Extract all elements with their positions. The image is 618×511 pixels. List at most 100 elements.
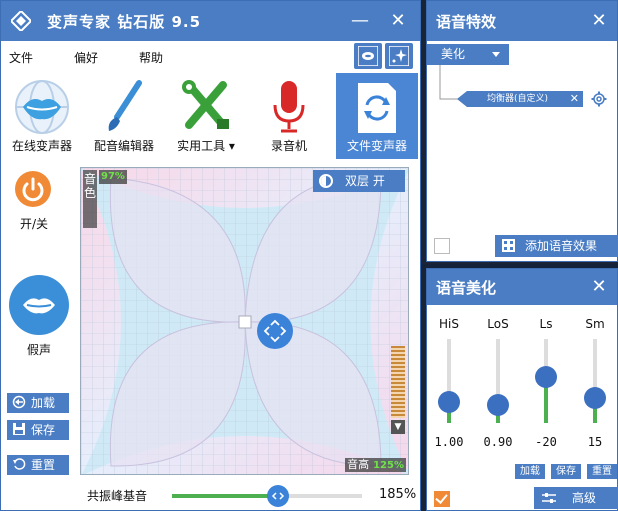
eq-slider-los[interactable]: LoS 0.90 [478,317,518,457]
eq-slider-los-thumb[interactable] [487,393,509,416]
add-effect-label: 添加语音效果 [525,239,598,253]
eq-slider-his-label: HiS [439,317,459,331]
beautify-titlebar[interactable]: 语音美化 ✕ [427,269,617,305]
tool-recorder-label: 录音机 [270,139,307,153]
eq-slider-his-thumb[interactable] [438,391,460,413]
tool-file-changer-label: 文件变声器 [346,139,407,153]
dual-layer-toggle[interactable]: 双层 开 [313,170,405,192]
tool-online-changer-label: 在线变声器 [11,139,72,153]
resonance-row: 共振峰基音 185% [1,483,420,509]
gear-icon[interactable] [591,91,607,107]
resonance-value: 185% [379,487,417,502]
main-titlebar[interactable]: 变声专家 钻石版 9.5 — ✕ [1,1,420,41]
half-circle-icon [319,174,333,188]
tool-file-changer[interactable]: 文件变声器 [336,73,418,159]
beautify-reset-button[interactable]: 重置 [587,464,617,479]
pitch-value: 125% [373,460,404,471]
advanced-label: 高级 [572,491,597,505]
eq-slider-his[interactable]: HiS 1.00 [429,317,469,457]
beautify-save-button[interactable]: 保存 [551,464,581,479]
tool-online-changer[interactable]: 在线变声器 [1,73,83,159]
beautify-close-button[interactable]: ✕ [587,275,611,299]
tool-dub-editor-label: 配音编辑器 [93,139,154,153]
menu-preferences[interactable]: 偏好 [74,49,98,66]
save-button[interactable]: 保存 [7,420,69,440]
tool-utilities-label: 实用工具 ▾ [177,139,235,153]
tool-dub-editor[interactable]: 配音编辑器 [83,73,165,159]
advanced-button[interactable]: 高级 [534,487,618,509]
beautify-load-button[interactable]: 加载 [515,464,545,479]
effects-toggle-button[interactable] [385,43,413,69]
resonance-label: 共振峰基音 [87,489,148,503]
left-right-arrows-icon [272,492,285,500]
reset-button[interactable]: 重置 [7,455,69,475]
voice-pad-handle[interactable] [257,313,293,349]
main-window: 变声专家 钻石版 9.5 — ✕ 文件 偏好 帮助 在线变声器 配音编辑器 实用… [0,0,421,511]
mask-skin-button[interactable] [354,43,382,69]
main-toolbar: 在线变声器 配音编辑器 实用工具 ▾ 录音机 文件变声器 [1,73,420,159]
resonance-slider-thumb[interactable] [267,485,290,507]
voice-pad[interactable]: 音色 97% 双层 开 ▼ 音高 125% [80,167,409,475]
app-logo-icon [11,11,31,31]
beautify-enable-checkbox[interactable] [434,491,450,507]
eq-slider-ls-thumb[interactable] [535,365,557,388]
eq-slider-ls[interactable]: Ls -20 [526,317,566,457]
add-effect-button[interactable]: 添加语音效果 [495,235,618,257]
eq-slider-sm-thumb[interactable] [584,386,606,409]
effects-category-value: 美化 [441,47,466,61]
menu-help[interactable]: 帮助 [139,49,163,66]
eq-slider-his-value: 1.00 [434,435,464,449]
save-icon [13,423,25,435]
volume-meter [391,346,405,418]
eq-slider-los-value: 0.90 [483,435,513,449]
falsetto-button[interactable] [9,275,69,335]
menu-file[interactable]: 文件 [9,49,33,66]
effects-enable-checkbox[interactable] [434,238,450,254]
resonance-slider-fill [172,494,279,498]
chevron-down-icon [492,52,500,57]
eq-slider-ls-label: Ls [539,317,553,331]
reset-label: 重置 [31,458,56,472]
eq-slider-sm-track[interactable] [593,339,597,423]
save-label: 保存 [31,423,56,437]
app-title: 变声专家 钻石版 9.5 [47,13,202,31]
close-button[interactable]: ✕ [386,9,410,33]
speaker-icon[interactable]: ▼ [391,420,405,434]
tools-icon [182,80,229,129]
desktop: 变声专家 钻石版 9.5 — ✕ 文件 偏好 帮助 在线变声器 配音编辑器 实用… [0,0,618,511]
reset-icon [13,458,26,470]
beautify-title: 语音美化 [436,279,497,297]
voice-pad-graphic [81,168,408,474]
eq-slider-sm-value: 15 [587,435,603,449]
minimize-button[interactable]: — [348,9,372,33]
power-button[interactable] [15,171,51,207]
eq-slider-los-label: LoS [487,317,509,331]
effects-close-button[interactable]: ✕ [587,9,611,33]
dual-layer-label: 双层 开 [345,174,385,188]
eq-slider-sm[interactable]: Sm 15 [575,317,615,457]
remove-effect-icon[interactable]: ✕ [570,91,579,107]
effects-titlebar[interactable]: 语音特效 ✕ [427,1,617,41]
falsetto-label: 假声 [27,343,52,357]
effect-node-label: 均衡器(自定义) [487,94,549,104]
plus-icon [502,239,515,252]
tool-utilities[interactable]: 实用工具 ▾ [165,73,247,159]
voice-effects-panel: 语音特效 ✕ 美化 均衡器(自定义) ✕ 添加语音效果 [426,0,618,262]
pitch-axis-label: 音高 [347,458,370,471]
effect-node-equalizer[interactable]: 均衡器(自定义) ✕ [457,91,583,107]
effects-category-dropdown[interactable]: 美化 [427,44,509,65]
paintbrush-icon [108,80,142,131]
load-label: 加载 [31,396,56,410]
sparkle-icon [389,46,409,66]
load-button[interactable]: 加载 [7,393,69,413]
move-arrows-icon [263,319,287,343]
file-convert-icon [358,83,396,133]
power-label: 开/关 [20,217,49,231]
tool-recorder[interactable]: 录音机 [248,73,330,159]
load-icon [12,395,26,409]
pitch-readout: 音高 125% [345,458,406,472]
eq-slider-ls-value: -20 [535,435,557,449]
eq-slider-sm-label: Sm [585,317,605,331]
lips-icon [23,298,55,314]
effects-title: 语音特效 [436,13,497,31]
